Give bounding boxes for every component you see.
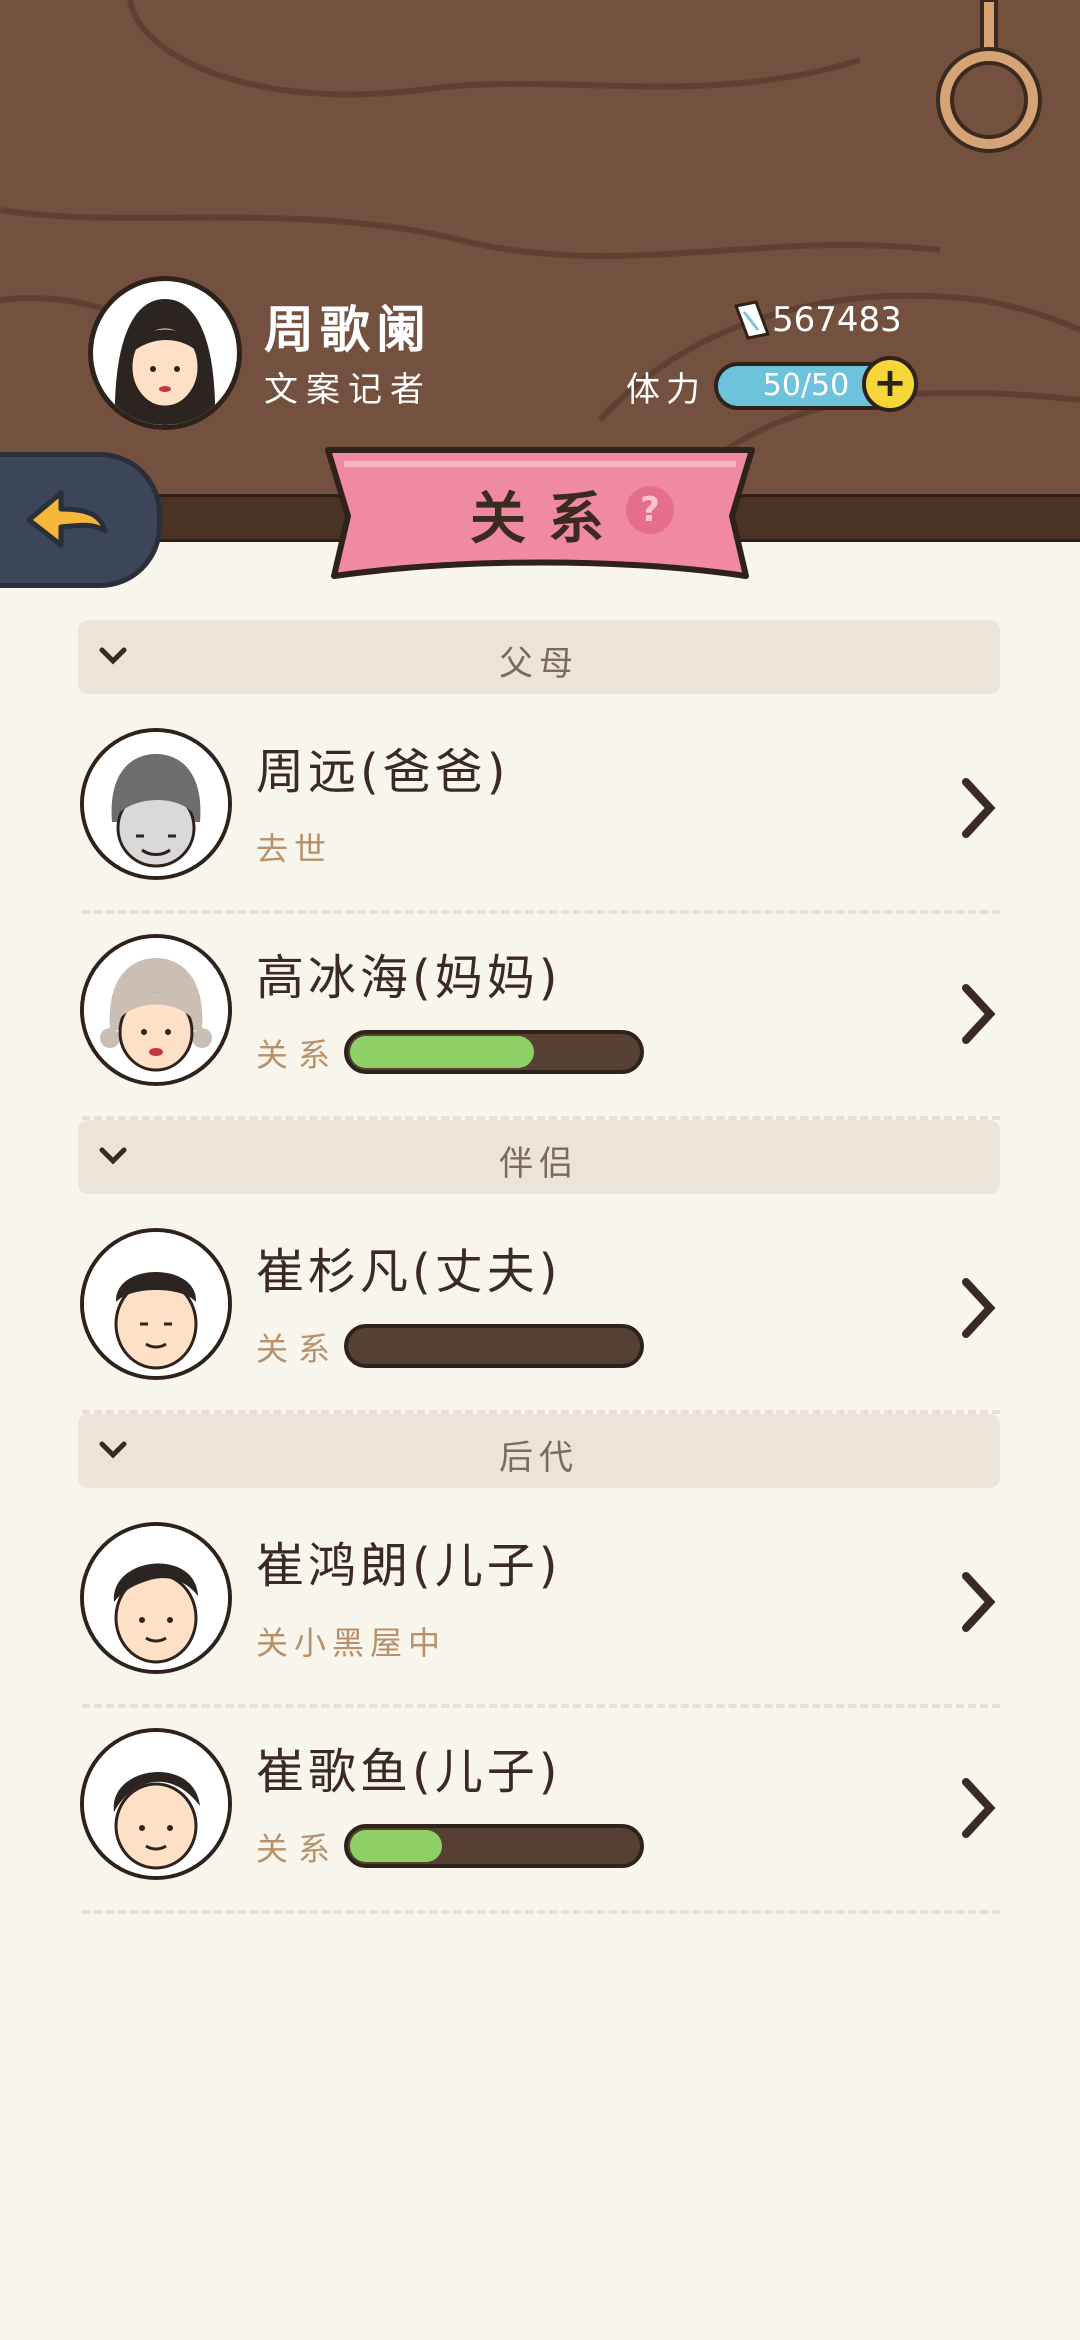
relationship-bar [344, 1824, 644, 1868]
divider [82, 1704, 1000, 1708]
player-name: 周歌阑 [264, 301, 432, 359]
husband-avatar-icon [84, 1232, 228, 1376]
father-avatar-icon [84, 732, 228, 876]
avatar [80, 934, 232, 1086]
list-item[interactable]: 崔鸿朗(儿子) 关小黑屋中 [78, 1514, 1000, 1708]
relationship-bar [344, 1324, 644, 1368]
chevron-right-icon [962, 1572, 996, 1632]
player-job: 文案记者 [264, 370, 432, 410]
list-item[interactable]: 崔歌鱼(儿子) 关系 [78, 1720, 1000, 1914]
back-button[interactable] [0, 452, 162, 588]
hook-decoration [936, 0, 1042, 153]
page-title: 关系 [470, 487, 626, 552]
section-header-partner[interactable]: 伴侣 [78, 1120, 1000, 1194]
player-avatar[interactable] [88, 276, 242, 430]
avatar [80, 1522, 232, 1674]
list-item[interactable]: 周远(爸爸) 去世 [78, 720, 1000, 914]
section-title: 伴侣 [499, 1144, 579, 1184]
help-icon[interactable]: ? [626, 486, 674, 534]
avatar [80, 1728, 232, 1880]
woman-avatar-icon [114, 299, 216, 425]
avatar [80, 1228, 232, 1380]
son-avatar-icon [84, 1526, 228, 1670]
mother-avatar-icon [84, 938, 228, 1082]
money-note-icon [733, 300, 771, 340]
chevron-right-icon [962, 778, 996, 838]
section-header-parents[interactable]: 父母 [78, 620, 1000, 694]
divider [82, 1910, 1000, 1914]
section-title: 父母 [499, 644, 579, 684]
member-status: 去世 [256, 830, 333, 868]
chevron-right-icon [962, 984, 996, 1044]
chevron-right-icon [962, 1278, 996, 1338]
list-item[interactable]: 崔杉凡(丈夫) 关系 [78, 1220, 1000, 1414]
member-name: 崔杉凡(丈夫) [256, 1244, 562, 1300]
chevron-right-icon [962, 1778, 996, 1838]
member-name: 崔歌鱼(儿子) [256, 1744, 562, 1800]
relationship-bar [344, 1030, 644, 1074]
avatar [80, 728, 232, 880]
son-avatar-icon [84, 1732, 228, 1876]
relationship-label: 关系 [256, 1830, 341, 1868]
divider [82, 910, 1000, 914]
list-item[interactable]: 高冰海(妈妈) 关系 [78, 926, 1000, 1120]
member-name: 高冰海(妈妈) [256, 950, 562, 1006]
relationship-label: 关系 [256, 1036, 341, 1074]
money-value: 567483 [772, 300, 902, 340]
member-name: 周远(爸爸) [256, 744, 510, 800]
relationship-label: 关系 [256, 1330, 341, 1368]
member-status: 关小黑屋中 [256, 1624, 447, 1662]
add-stamina-button[interactable]: + [862, 356, 918, 412]
stamina-label: 体力 [626, 370, 706, 410]
section-header-children[interactable]: 后代 [78, 1414, 1000, 1488]
member-name: 崔鸿朗(儿子) [256, 1538, 562, 1594]
section-title: 后代 [499, 1438, 579, 1478]
stamina-value: 50/50 [762, 368, 850, 403]
back-arrow-icon [26, 490, 108, 548]
plus-icon: + [873, 360, 907, 406]
relationship-fill [350, 1036, 535, 1068]
relationship-fill [350, 1830, 443, 1862]
